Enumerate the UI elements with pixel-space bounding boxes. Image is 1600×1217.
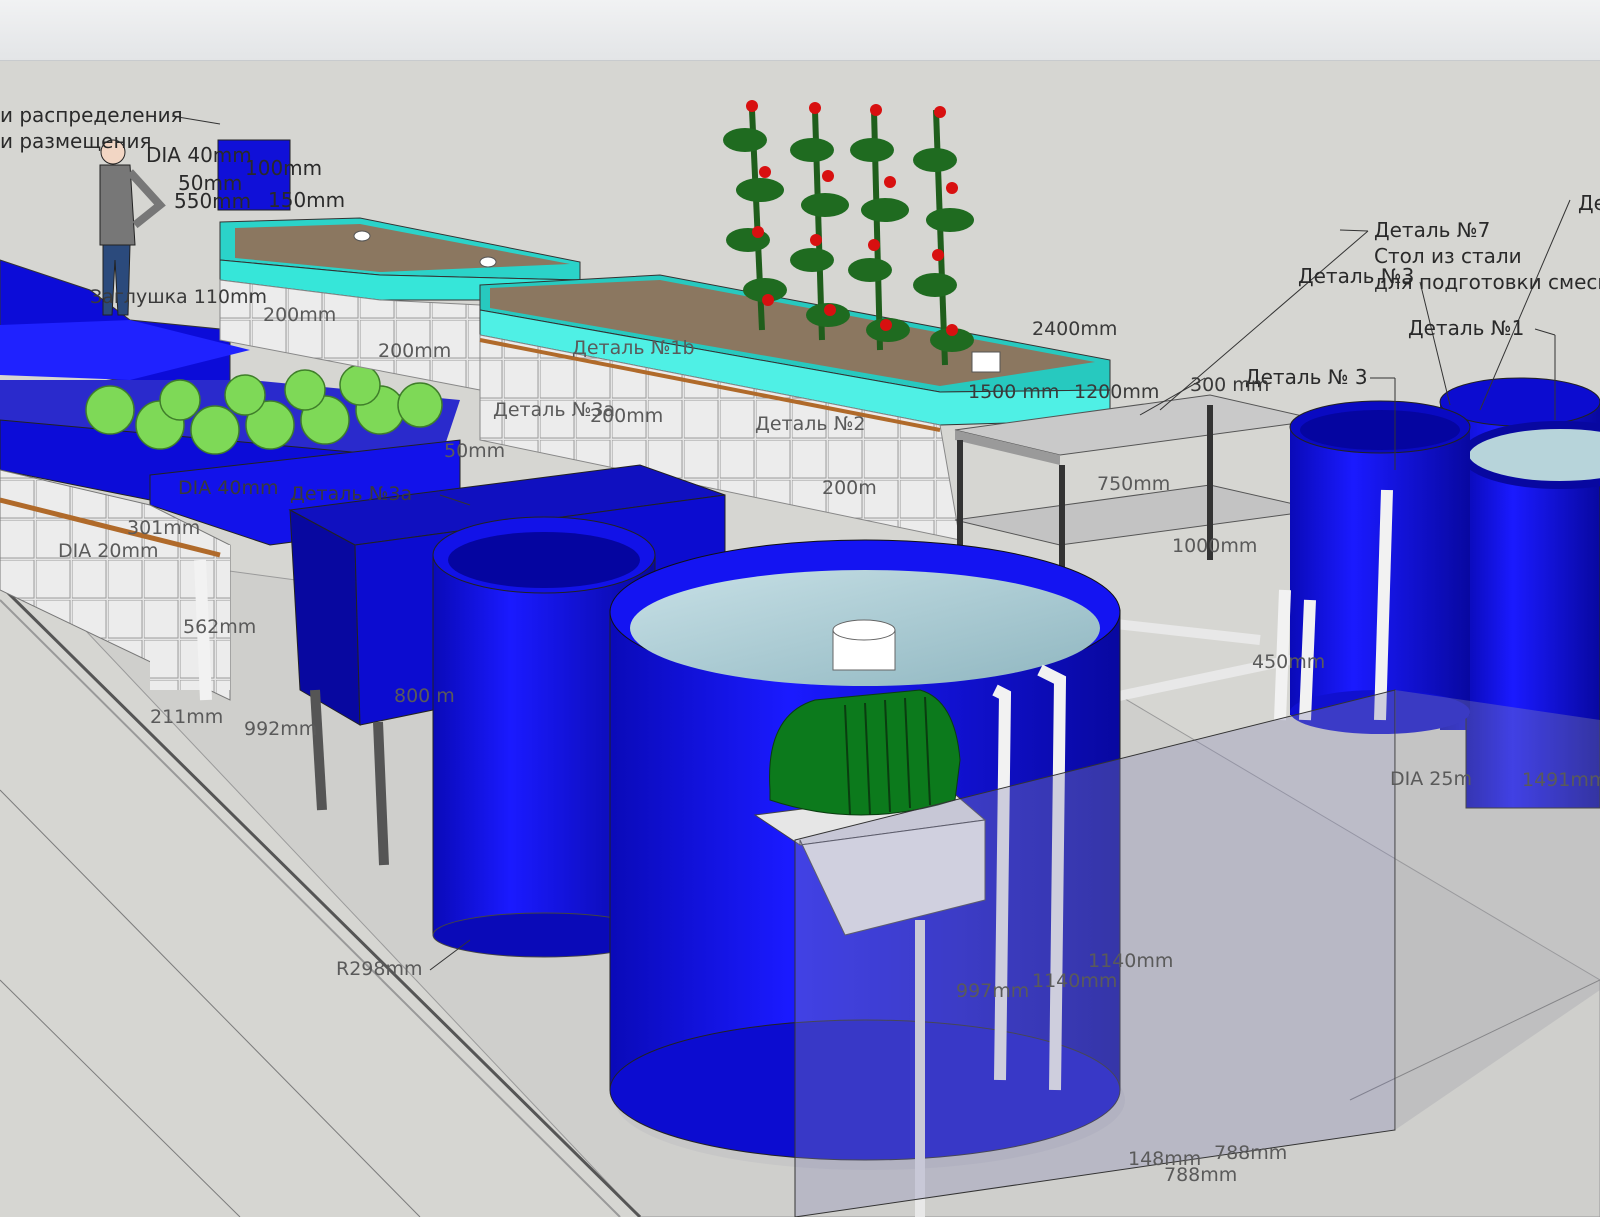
dim-r298: R298mm xyxy=(336,958,422,980)
dim-1000: 1000mm xyxy=(1172,535,1257,557)
dim-997: 997mm xyxy=(956,980,1029,1002)
dim-992: 992mm xyxy=(244,718,317,740)
callout-detail-1: Деталь №1 xyxy=(1408,316,1524,340)
callout-detail-7: Деталь №7 xyxy=(1374,218,1490,242)
callout-detail-2: Деталь №2 xyxy=(755,413,865,435)
dim-300: 300 mm xyxy=(1190,374,1269,396)
dim-200-c: 200mm xyxy=(590,405,663,427)
dim-dia25: DIA 25m xyxy=(1390,768,1472,790)
dim-dia20: DIA 20mm xyxy=(58,540,158,562)
dim-1491: 1491mm xyxy=(1522,769,1600,791)
callout-detail-edge: Де xyxy=(1578,191,1600,215)
dim-1140-b: 1140mm xyxy=(1088,950,1173,972)
dim-200-d: 200m xyxy=(822,477,877,499)
dim-750: 750mm xyxy=(1097,473,1170,495)
dim-1200: 1200mm xyxy=(1074,381,1159,403)
callout-plug: Заглушка 110mm xyxy=(90,286,267,308)
dim-2400: 2400mm xyxy=(1032,318,1117,340)
aquaponics-3d-scene[interactable]: и распределения и размещения Деталь №7 С… xyxy=(0,61,1600,1217)
callout-distribution-1: и распределения xyxy=(0,103,183,127)
dim-788-a: 788mm xyxy=(1214,1142,1287,1164)
callout-distribution-2: и размещения xyxy=(0,129,152,153)
dim-1500: 1500 mm xyxy=(968,381,1059,403)
model-viewport[interactable]: и распределения и размещения Деталь №7 С… xyxy=(0,61,1600,1217)
dim-200-a: 200mm xyxy=(263,304,336,326)
dim-50-b: 50mm xyxy=(444,440,505,462)
dim-100: 100mm xyxy=(245,156,322,180)
dim-788-b: 788mm xyxy=(1164,1164,1237,1186)
dim-800: 800 m xyxy=(394,685,455,707)
callout-detail-3a-low: Деталь №3a xyxy=(290,483,412,505)
dim-1140-a: 1140mm xyxy=(1032,970,1117,992)
callout-detail-1b: Деталь №1b xyxy=(572,337,695,359)
dim-200-b: 200mm xyxy=(378,340,451,362)
app-title-bar xyxy=(0,0,1600,61)
dim-550: 550mm xyxy=(174,189,251,213)
dim-562: 562mm xyxy=(183,616,256,638)
callout-detail-3-top: Деталь №3 xyxy=(1298,264,1414,288)
dim-dia40-mid: DIA 40mm xyxy=(178,477,278,499)
dim-dia40-top: DIA 40mm xyxy=(146,143,252,167)
dim-211: 211mm xyxy=(150,706,223,728)
dim-450: 450mm xyxy=(1252,651,1325,673)
dim-301: 301mm xyxy=(127,517,200,539)
dim-150: 150mm xyxy=(268,188,345,212)
